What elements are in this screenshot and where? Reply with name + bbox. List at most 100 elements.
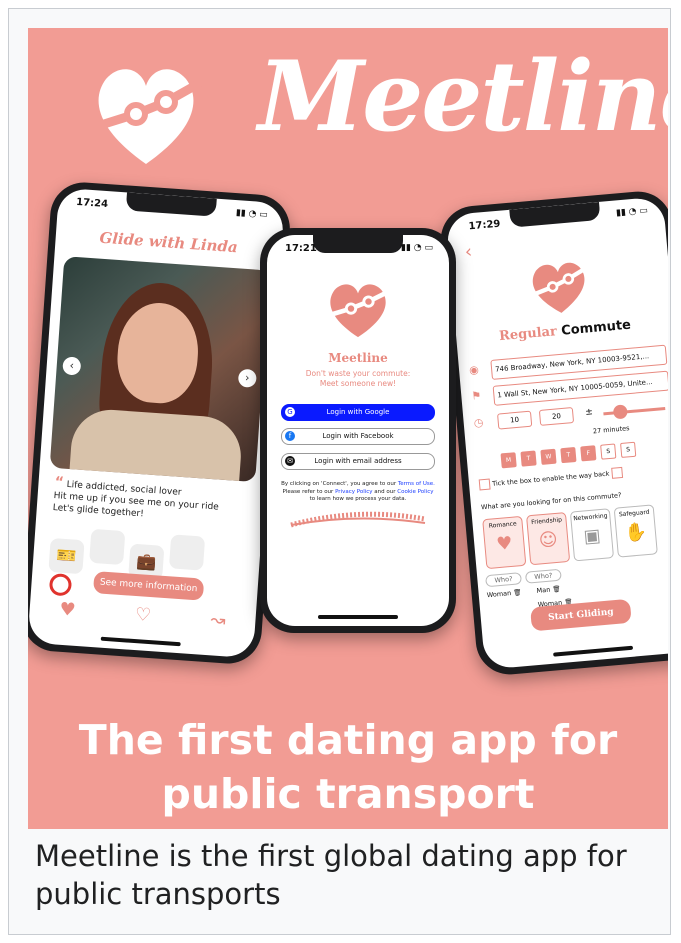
heart-logo-icon [98,69,203,164]
category-romance[interactable]: Romance ♥ [482,515,527,570]
trash-icon[interactable]: 🗑 [552,585,561,594]
who-dropdown[interactable]: Who? [485,572,522,588]
way-back-label: Tick the box to enable the way back [491,469,610,488]
day-wednesday[interactable]: W [540,448,557,465]
category-networking[interactable]: Networking ▣ [569,508,615,562]
commute-screen: 17:29 ▮▮ ◔ ▭ ‹ Regular Commute ◉ 746 Bro… [445,196,668,670]
login-screen: 17:21 ▮▮ ◔ ▭ Meetline Don't waste your c… [267,235,449,626]
ticket-icon[interactable]: 🎫 [48,537,85,575]
profile-photo: ‹ › [49,256,270,483]
image-caption: Meetline is the first global dating app … [35,839,627,911]
day-saturday[interactable]: S [600,443,617,460]
login-facebook-button[interactable]: f Login with Facebook [281,428,435,445]
day-tuesday[interactable]: T [520,450,537,467]
notch [509,201,601,228]
profile-screen: 17:24 ▮▮ ◔ ▭ Glide with Linda ‹ › “Life … [28,187,285,659]
terms-of-use-link[interactable]: Terms of Use. [398,481,435,487]
terms-part: to learn how we process your data. [309,496,407,502]
subtitle-line: Meet someone new! [319,379,397,388]
tab-bar: ♥ ♡ ↝ [29,589,257,641]
who-dropdown[interactable]: Who? [524,568,562,584]
gender-label: Man [536,585,551,595]
status-time: 17:29 [468,218,501,233]
cookie-policy-link[interactable]: Cookie Policy [397,489,433,495]
title-commute: Commute [560,317,632,339]
brand-title: Meetline [258,40,668,153]
login-google-button[interactable]: G Login with Google [281,404,435,421]
home-indicator [318,615,398,619]
login-google-label: Login with Google [326,408,390,416]
privacy-policy-link[interactable]: Privacy Policy [335,489,372,495]
category-label: Networking [573,512,608,523]
category-selector: Romance ♥ Friendship ☺ Networking ▣ Safegua… [482,504,658,570]
day-thursday[interactable]: T [560,446,577,464]
category-label: Safeguard [618,508,650,519]
profile-title: Glide with Linda [98,228,239,257]
day-monday[interactable]: M [500,452,517,469]
heart-logo-icon [329,284,390,338]
empty-chip[interactable] [89,528,126,566]
flag-icon: ⚑ [470,388,482,403]
back-icon[interactable]: ‹ [464,241,473,263]
weekday-selector: MTWTFSS [500,435,641,469]
status-time: 17:24 [75,196,109,211]
phone-login: 17:21 ▮▮ ◔ ▭ Meetline Don't waste your c… [260,228,456,633]
photo-coat [68,407,244,483]
terms-part: Please refer to our [282,488,334,495]
category-label: Friendship [530,516,563,527]
clock-icon: ◷ [473,415,484,430]
status-icons: ▮▮ ◔ ▭ [401,243,433,253]
terms-part: By clicking on 'Connect', you agree to o… [281,481,397,487]
home-indicator [100,636,181,647]
home-indicator [553,645,634,657]
trash-icon[interactable]: 🗑 [513,588,522,597]
tagline-line: public transport [161,770,535,818]
phone-commute: 17:29 ▮▮ ◔ ▭ ‹ Regular Commute ◉ 746 Bro… [437,188,668,678]
rail-track-icon [290,511,426,528]
ticket-icon: ♥ [495,532,514,556]
notch [125,192,217,217]
heart-icon[interactable]: ♥ [59,598,77,620]
subtitle-line: Don't waste your commute: [305,369,411,378]
day-friday[interactable]: F [580,445,597,462]
login-email-label: Login with email address [314,457,402,465]
terms-text: By clicking on 'Connect', you agree to o… [281,481,435,504]
category-label: Romance [488,520,517,530]
chat-icon: ✉ [285,456,295,466]
terms-part: and our [374,488,396,495]
empty-chip[interactable] [168,534,206,571]
gender-tag: Woman 🗑 [486,588,521,599]
category-friendship[interactable]: Friendship ☺ [526,512,571,566]
chevron-left-icon[interactable]: ‹ [62,356,82,376]
category-safeguard[interactable]: Safeguard ✋ [613,504,658,558]
status-icons: ▮▮ ◔ ▭ [615,205,649,219]
phone-profile: 17:24 ▮▮ ◔ ▭ Glide with Linda ‹ › “Life … [28,180,293,666]
promo-poster: Meetline 17:24 ▮▮ ◔ ▭ Glide with Linda ‹… [28,28,668,829]
route-icon[interactable]: ↝ [210,609,227,631]
location-pin-icon: ◉ [468,363,480,377]
plus-minus-label: ± [584,407,594,418]
profile-bio: “Life addicted, social lover Hit me up i… [52,474,250,528]
heart-logo-icon [532,262,588,313]
login-email-button[interactable]: ✉ Login with email address [281,453,435,470]
way-back-checkbox[interactable] [610,466,623,479]
login-facebook-label: Login with Facebook [322,432,394,440]
google-icon: G [285,407,295,417]
tagline-line: The first dating app for [78,716,618,764]
status-time: 17:21 [285,243,317,254]
status-icons: ▮▮ ◔ ▭ [235,208,269,221]
facebook-icon: f [285,431,295,441]
hour-field[interactable]: 10 [497,410,533,430]
chat-icon[interactable]: ♡ [134,604,152,626]
image-frame: Meetline 17:24 ▮▮ ◔ ▭ Glide with Linda ‹… [8,8,671,935]
slider-knob[interactable] [612,404,628,420]
tagline: The first dating app for public transpor… [28,713,668,821]
chevron-right-icon[interactable]: › [237,368,257,388]
notch [313,235,403,253]
minute-field[interactable]: 20 [538,407,575,426]
way-back-checkbox-left[interactable] [478,478,491,491]
login-subtitle: Don't waste your commute: Meet someone n… [267,369,449,389]
quote-icon: “ [54,474,65,491]
gender-label: Woman [486,589,512,600]
day-sunday[interactable]: S [620,441,637,458]
